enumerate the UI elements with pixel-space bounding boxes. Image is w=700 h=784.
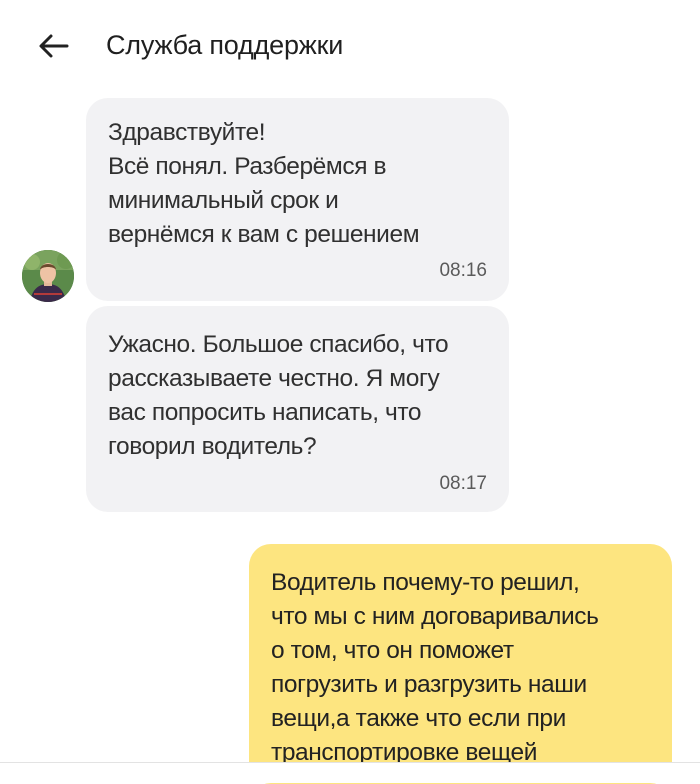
- message-text: Водитель почему-то решил, что мы с ним д…: [271, 569, 599, 766]
- person-photo-icon: [22, 250, 74, 302]
- message-time: 08:17: [439, 473, 487, 494]
- message-bubble-incoming[interactable]: Ужасно. Большое спасибо, что рассказывае…: [86, 306, 509, 512]
- message-text: Ужасно. Большое спасибо, что рассказывае…: [108, 331, 449, 460]
- arrow-left-icon: [39, 34, 69, 58]
- avatar[interactable]: [22, 250, 74, 302]
- message-bubble-outgoing[interactable]: Водитель почему-то решил, что мы с ним д…: [249, 544, 672, 784]
- back-button[interactable]: [36, 28, 72, 64]
- chat-header: Служба поддержки: [0, 0, 700, 90]
- message-bubble-incoming[interactable]: Здравствуйте! Всё понял. Разберёмся в ми…: [86, 98, 509, 301]
- page-title: Служба поддержки: [106, 30, 344, 60]
- message-text: Здравствуйте! Всё понял. Разберёмся в ми…: [108, 119, 420, 248]
- bottom-bar: [0, 762, 700, 783]
- message-time: 08:16: [439, 260, 487, 281]
